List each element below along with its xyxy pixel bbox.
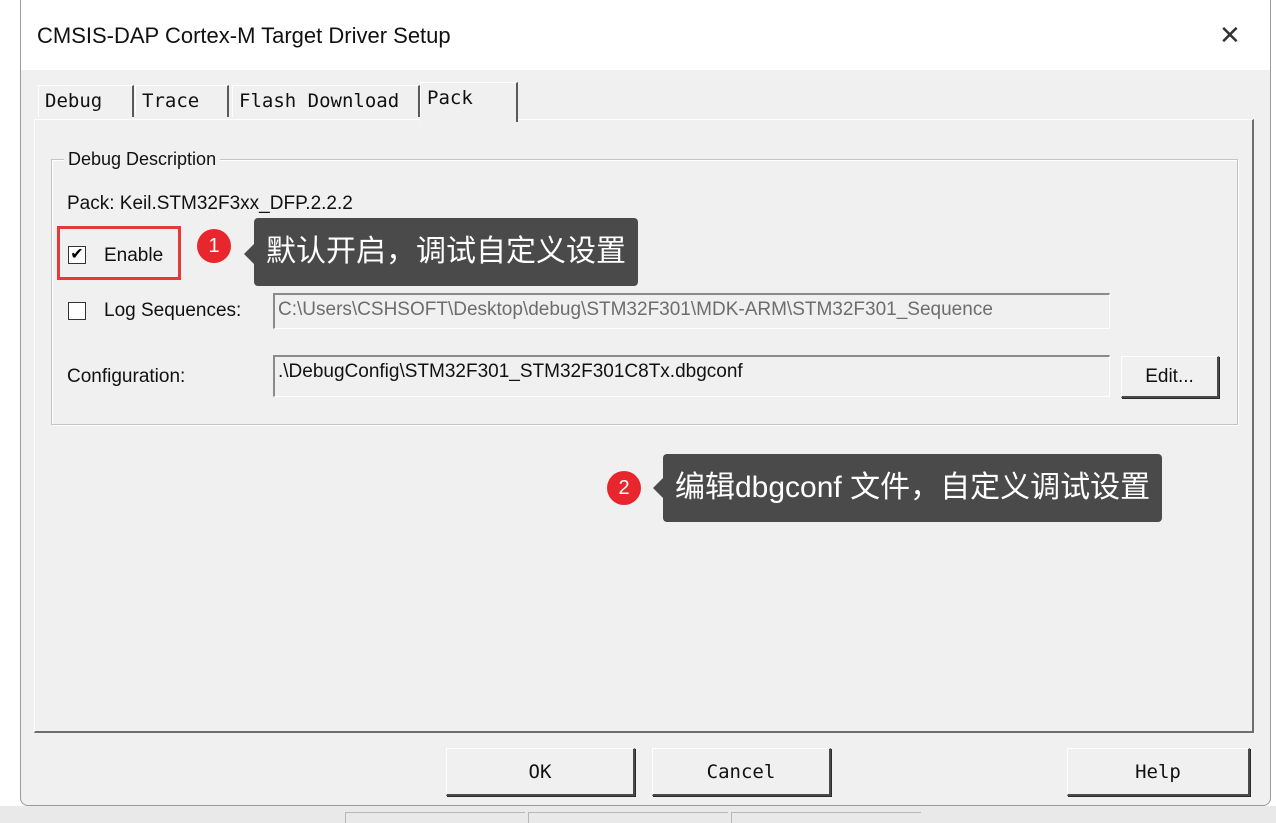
window-title: CMSIS-DAP Cortex-M Target Driver Setup (37, 23, 451, 48)
callout-1: 默认开启，调试自定义设置 (254, 218, 638, 286)
tab-pack[interactable]: Pack (420, 82, 518, 122)
edit-button[interactable]: Edit... (1121, 356, 1219, 398)
close-icon[interactable]: ✕ (1219, 22, 1241, 48)
tab-panel-connector (420, 117, 516, 121)
ok-button[interactable]: OK (446, 748, 635, 796)
group-title: Debug Description (64, 149, 221, 170)
pack-info-text: Pack: Keil.STM32F3xx_DFP.2.2.2 (67, 193, 353, 214)
tab-trace[interactable]: Trace (135, 85, 229, 117)
step-badge-1: 1 (197, 229, 231, 263)
log-sequences-label[interactable]: Log Sequences: (104, 300, 241, 322)
cancel-button[interactable]: Cancel (652, 748, 831, 796)
enable-highlight-box (57, 226, 181, 280)
background-window-edge (731, 812, 921, 823)
log-sequences-path-field[interactable]: C:\Users\CSHSOFT\Desktop\debug\STM32F301… (273, 293, 1110, 329)
step-badge-2: 2 (607, 471, 641, 505)
help-button[interactable]: Help (1067, 748, 1250, 796)
callout-pointer (653, 478, 663, 498)
callout-2: 编辑dbgconf 文件，自定义调试设置 (663, 454, 1163, 522)
log-sequences-checkbox[interactable] (68, 302, 86, 320)
background-window-edge (528, 812, 728, 823)
background-window-edge (345, 812, 525, 823)
configuration-path-field[interactable]: .\DebugConfig\STM32F301_STM32F301C8Tx.db… (273, 355, 1110, 397)
tab-debug[interactable]: Debug (38, 85, 134, 117)
callout-pointer (244, 244, 254, 264)
tab-flash-download[interactable]: Flash Download (232, 85, 420, 117)
configuration-label: Configuration: (67, 366, 186, 387)
